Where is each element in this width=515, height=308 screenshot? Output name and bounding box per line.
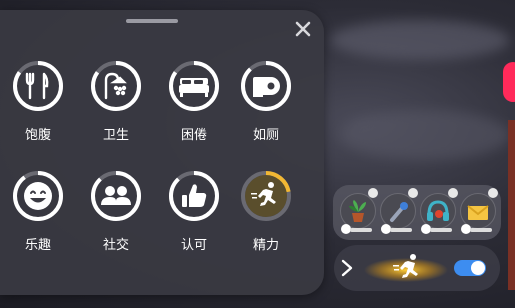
need-label: 乐趣 xyxy=(24,238,51,253)
need-label: 困倦 xyxy=(180,128,207,143)
close-icon[interactable] xyxy=(292,18,314,40)
check-badge-icon xyxy=(368,188,378,198)
need-social[interactable]: 社交 xyxy=(86,170,146,253)
need-fun[interactable]: 乐趣 xyxy=(8,170,68,253)
boost-toggle[interactable] xyxy=(454,260,486,276)
need-ring xyxy=(169,61,219,111)
need-energy[interactable]: 困倦 xyxy=(164,60,224,143)
need-label: 精力 xyxy=(252,238,279,253)
need-hunger[interactable]: 饱腹 xyxy=(8,60,68,143)
need-label: 社交 xyxy=(102,238,129,253)
need-ring xyxy=(13,61,63,111)
item-timer-bar xyxy=(470,228,492,232)
boost-bar xyxy=(334,245,500,291)
notification-badge[interactable] xyxy=(503,62,515,102)
need-label: 如厕 xyxy=(252,128,279,143)
headphones-icon xyxy=(427,200,449,221)
need-ring xyxy=(169,171,219,221)
toggle-knob xyxy=(471,261,485,275)
item-timer-bar xyxy=(430,228,452,232)
fork-knife-icon xyxy=(25,72,49,100)
bed-icon xyxy=(179,78,209,97)
potted-plant-icon xyxy=(349,200,366,222)
need-label: 饱腹 xyxy=(24,128,51,143)
needs-panel: 饱腹 卫生 困倦 如厕 乐趣 社交 认可 精力 xyxy=(0,10,324,295)
shower-icon xyxy=(104,72,127,100)
need-ring xyxy=(241,61,291,111)
people-icon xyxy=(101,186,131,205)
need-ring xyxy=(241,171,291,221)
drag-handle[interactable] xyxy=(126,19,178,23)
need-label: 卫生 xyxy=(102,128,129,143)
toilet-paper-icon xyxy=(253,77,280,97)
side-panel-edge xyxy=(508,120,515,290)
need-label: 认可 xyxy=(180,238,207,253)
item-timer-bar xyxy=(350,228,372,232)
check-badge-icon xyxy=(448,188,458,198)
runner-boost-icon xyxy=(364,254,448,282)
need-esteem[interactable]: 认可 xyxy=(164,170,224,253)
need-ring xyxy=(91,61,141,111)
need-stamina[interactable]: 精力 xyxy=(236,170,296,253)
smile-icon xyxy=(24,182,52,210)
item-timer-bar xyxy=(390,228,412,232)
wrench-icon xyxy=(390,202,408,222)
chevron-right-icon[interactable] xyxy=(338,257,356,279)
need-ring xyxy=(91,171,141,221)
need-hygiene[interactable]: 卫生 xyxy=(86,60,146,143)
thumbs-up-icon xyxy=(182,184,207,207)
need-ring xyxy=(13,171,63,221)
need-bladder[interactable]: 如厕 xyxy=(236,60,296,143)
envelope-icon xyxy=(467,205,489,220)
check-badge-icon xyxy=(488,188,498,198)
inventory-card xyxy=(333,185,501,240)
check-badge-icon xyxy=(408,188,418,198)
